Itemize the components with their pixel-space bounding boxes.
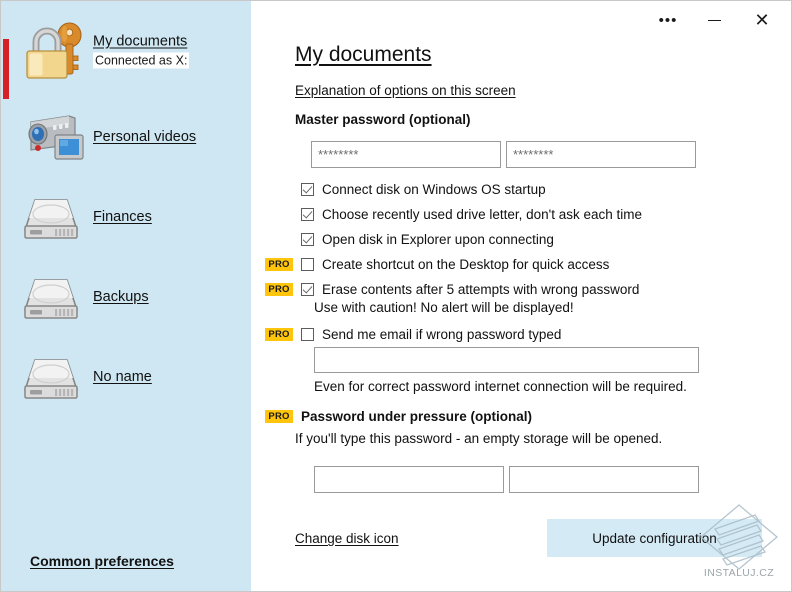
checkbox-open-in-explorer[interactable]	[301, 233, 314, 246]
erase-warning-note: Use with caution! No alert will be displ…	[314, 300, 574, 315]
sidebar-item-backups[interactable]: Backups	[1, 261, 251, 333]
selection-indicator	[3, 39, 9, 99]
explanation-link[interactable]: Explanation of options on this screen	[295, 83, 516, 98]
disk-drive-icon	[23, 266, 89, 328]
option-label: Send me email if wrong password typed	[322, 327, 561, 342]
sidebar: My documents Connected as X:	[1, 1, 251, 592]
pressure-password-field-1[interactable]	[314, 466, 504, 493]
sidebar-item-status: Connected as X:	[93, 53, 189, 69]
checkbox-erase-contents[interactable]	[301, 283, 314, 296]
camcorder-icon	[23, 106, 89, 168]
pro-badge: PRO	[265, 283, 293, 296]
sidebar-item-text-group: Backups	[93, 288, 149, 306]
pro-badge: PRO	[265, 258, 293, 271]
option-row-send-email[interactable]: PRO Send me email if wrong password type…	[265, 325, 561, 344]
pressure-password-field-2[interactable]	[509, 466, 699, 493]
pro-badge: PRO	[265, 410, 293, 423]
option-label: Erase contents after 5 attempts with wro…	[322, 282, 639, 297]
option-label: Open disk in Explorer upon connecting	[322, 232, 554, 247]
option-row-connect-on-startup[interactable]: Connect disk on Windows OS startup	[265, 180, 546, 199]
sidebar-item-personal-videos[interactable]: Personal videos	[1, 101, 251, 173]
option-row-desktop-shortcut[interactable]: PRO Create shortcut on the Desktop for q…	[265, 255, 609, 274]
disk-drive-icon	[23, 346, 89, 408]
checkbox-desktop-shortcut[interactable]	[301, 258, 314, 271]
password-under-pressure-label: Password under pressure (optional)	[301, 409, 532, 424]
sidebar-item-text-group: No name	[93, 368, 152, 386]
sidebar-item-text-group: My documents Connected as X:	[93, 33, 189, 70]
sidebar-item-label[interactable]: Backups	[93, 288, 149, 306]
sidebar-item-label[interactable]: No name	[93, 368, 152, 386]
password-under-pressure-header: PRO Password under pressure (optional)	[265, 409, 532, 424]
update-configuration-button[interactable]: Update configuration	[547, 519, 762, 557]
email-address-input[interactable]	[314, 347, 699, 373]
disk-drive-icon	[23, 186, 89, 248]
password-under-pressure-note: If you'll type this password - an empty …	[295, 431, 662, 446]
option-row-erase-contents[interactable]: PRO Erase contents after 5 attempts with…	[265, 280, 639, 299]
email-requirement-note: Even for correct password internet conne…	[314, 379, 687, 394]
application-window: My documents Connected as X:	[0, 0, 792, 592]
sidebar-item-text-group: Personal videos	[93, 128, 196, 146]
padlock-key-icon	[23, 20, 89, 82]
sidebar-item-finances[interactable]: Finances	[1, 181, 251, 253]
main-content: My documents Explanation of options on t…	[251, 1, 791, 592]
option-label: Choose recently used drive letter, don't…	[322, 207, 642, 222]
sidebar-item-text-group: Finances	[93, 208, 152, 226]
sidebar-item-label[interactable]: Finances	[93, 208, 152, 226]
pro-badge: PRO	[265, 328, 293, 341]
common-preferences-link[interactable]: Common preferences	[30, 553, 174, 569]
option-row-recent-drive-letter[interactable]: Choose recently used drive letter, don't…	[265, 205, 642, 224]
master-password-label: Master password (optional)	[295, 112, 471, 127]
checkbox-recent-drive-letter[interactable]	[301, 208, 314, 221]
change-disk-icon-link[interactable]: Change disk icon	[295, 531, 399, 546]
page-title: My documents	[295, 43, 432, 67]
sidebar-item-label[interactable]: My documents	[93, 33, 189, 51]
sidebar-item-my-documents[interactable]: My documents Connected as X:	[1, 15, 251, 87]
checkbox-connect-on-startup[interactable]	[301, 183, 314, 196]
checkbox-send-email[interactable]	[301, 328, 314, 341]
sidebar-item-label[interactable]: Personal videos	[93, 128, 196, 146]
option-row-open-in-explorer[interactable]: Open disk in Explorer upon connecting	[265, 230, 554, 249]
option-label: Connect disk on Windows OS startup	[322, 182, 546, 197]
master-password-field-2[interactable]	[506, 141, 696, 168]
sidebar-item-no-name[interactable]: No name	[1, 341, 251, 413]
master-password-field-1[interactable]	[311, 141, 501, 168]
option-label: Create shortcut on the Desktop for quick…	[322, 257, 609, 272]
